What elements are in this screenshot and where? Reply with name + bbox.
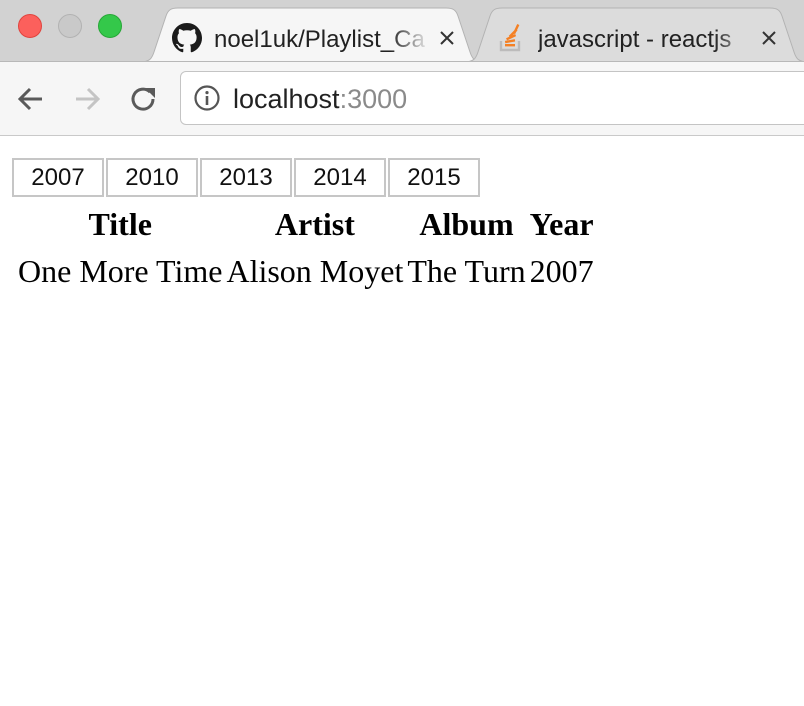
year-button-2010[interactable]: 2010 bbox=[106, 158, 198, 197]
back-arrow-icon[interactable] bbox=[14, 82, 48, 116]
column-header-album: Album bbox=[419, 205, 514, 242]
close-icon[interactable] bbox=[754, 23, 784, 53]
tab-title: noel1uk/Playlist_Ca bbox=[214, 26, 430, 54]
address-bar[interactable]: localhost:3000 bbox=[180, 71, 804, 125]
close-icon[interactable] bbox=[432, 23, 462, 53]
tab-github[interactable]: noel1uk/Playlist_Ca bbox=[140, 6, 484, 61]
browser-toolbar: localhost:3000 bbox=[0, 62, 804, 136]
window-maximize-button[interactable] bbox=[98, 14, 122, 38]
cell-title: One More Time bbox=[18, 252, 223, 289]
tab-title: javascript - reactjs bbox=[538, 26, 754, 54]
address-url: localhost:3000 bbox=[233, 84, 407, 114]
url-host: localhost bbox=[233, 84, 340, 114]
tab-stackoverflow[interactable]: javascript - reactjs bbox=[464, 6, 804, 61]
cell-album: The Turn bbox=[407, 252, 526, 289]
year-button-2007[interactable]: 2007 bbox=[12, 158, 104, 197]
songs-table: Title Artist Album Year One More Time Al… bbox=[14, 200, 598, 296]
info-icon[interactable] bbox=[193, 84, 221, 112]
reload-icon[interactable] bbox=[126, 82, 160, 116]
column-header-artist: Artist bbox=[274, 205, 355, 242]
page-content: 2007 2010 2013 2014 2015 Title Artist Al… bbox=[0, 136, 804, 706]
cell-year: 2007 bbox=[529, 252, 594, 289]
stackoverflow-icon bbox=[499, 24, 521, 52]
year-button-2015[interactable]: 2015 bbox=[388, 158, 480, 197]
year-filter-buttons: 2007 2010 2013 2014 2015 bbox=[12, 158, 480, 197]
github-icon bbox=[172, 23, 202, 53]
url-port: :3000 bbox=[339, 84, 408, 114]
table-row: One More Time Alison Moyet The Turn 2007 bbox=[18, 248, 594, 294]
window-close-button[interactable] bbox=[18, 14, 42, 38]
window-minimize-button[interactable] bbox=[58, 14, 82, 38]
tab-strip: noel1uk/Playlist_Ca javascript - reactjs bbox=[0, 0, 804, 62]
year-button-2014[interactable]: 2014 bbox=[294, 158, 386, 197]
table-header-row: Title Artist Album Year bbox=[18, 202, 594, 246]
column-header-year: Year bbox=[529, 205, 594, 242]
cell-artist: Alison Moyet bbox=[226, 252, 404, 289]
year-button-2013[interactable]: 2013 bbox=[200, 158, 292, 197]
column-header-title: Title bbox=[88, 205, 152, 242]
forward-arrow-icon[interactable] bbox=[70, 82, 104, 116]
